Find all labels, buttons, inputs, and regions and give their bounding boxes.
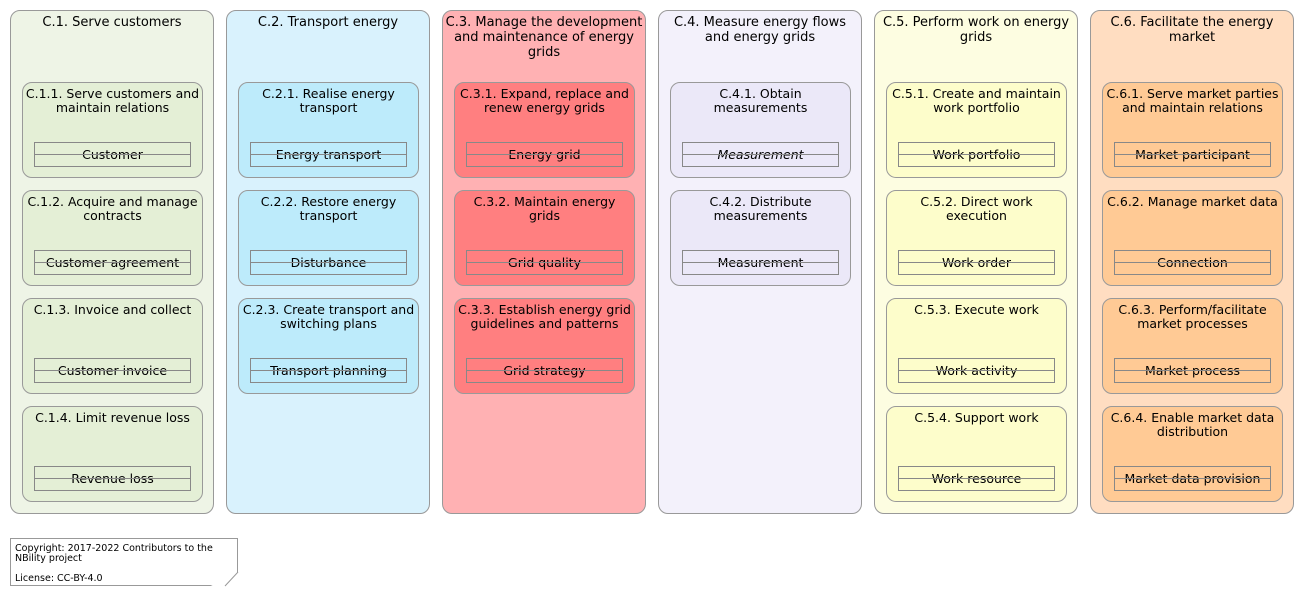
- entity-box: Transport planning: [250, 358, 407, 383]
- entity-box: Grid quality: [466, 250, 623, 275]
- entity-box: Work resource: [898, 466, 1055, 491]
- capability-title: C.1.4. Limit revenue loss: [35, 410, 190, 425]
- capability-box: C.2.2. Restore energy transport Disturban…: [238, 190, 419, 286]
- entity-box: Work order: [898, 250, 1055, 275]
- capability-box: C.5.2. Direct work execution Work order: [886, 190, 1067, 286]
- capability-title: C.3.2. Maintain energy grids: [473, 194, 616, 223]
- group-title: C.1. Serve customers: [42, 15, 182, 30]
- capability-box: C.2.1. Realise energy transport Energy tr…: [238, 82, 419, 178]
- capability-box: C.6.4. Enable market data distribution Ma…: [1102, 406, 1283, 502]
- capability-box: C.4.2. Distribute measurements Measuremen…: [670, 190, 851, 286]
- capability-title: C.4.1. Obtain measurements: [713, 86, 808, 115]
- entity-box: Revenue loss: [34, 466, 191, 491]
- capability-box: C.3.1. Expand, replace and renew energy …: [454, 82, 635, 178]
- group-title: C.6. Facilitate the energy market: [1110, 15, 1274, 45]
- capability-group: C.4. Measure energy flows and energy gri…: [658, 10, 862, 514]
- capability-box: C.6.3. Perform/facilitate market process…: [1102, 298, 1283, 394]
- capability-title: C.6.3. Perform/facilitate market process…: [1118, 302, 1267, 331]
- entity-box: Market data provision: [1114, 466, 1271, 491]
- entity-box: Work activity: [898, 358, 1055, 383]
- entity-box: Measurement: [682, 142, 839, 167]
- capability-box: C.1.2. Acquire and manage contracts Custo…: [22, 190, 203, 286]
- capability-title: C.2.2. Restore energy transport: [260, 194, 397, 223]
- entity-box: Connection: [1114, 250, 1271, 275]
- capability-box: C.5.4. Support work Work resource: [886, 406, 1067, 502]
- capability-title: C.5.3. Execute work: [914, 302, 1039, 317]
- entity-box: Customer invoice: [34, 358, 191, 383]
- capability-box: C.1.4. Limit revenue loss Revenue loss: [22, 406, 203, 502]
- entity-box: Customer: [34, 142, 191, 167]
- capability-box: C.6.2. Manage market data Connection: [1102, 190, 1283, 286]
- capability-group: C.1. Serve customers C.1.1. Serve custome…: [10, 10, 214, 514]
- capability-box: C.5.3. Execute work Work activity: [886, 298, 1067, 394]
- capability-box: C.2.3. Create transport and switching pl…: [238, 298, 419, 394]
- entity-box: Energy grid: [466, 142, 623, 167]
- capability-group: C.5. Perform work on energy grids C.5.1. …: [874, 10, 1078, 514]
- group-title: C.5. Perform work on energy grids: [882, 15, 1070, 45]
- capability-title: C.3.3. Establish energy grid guidelines …: [458, 302, 631, 331]
- capability-box: C.6.1. Serve market parties and maintain…: [1102, 82, 1283, 178]
- capability-title: C.6.4. Enable market data distribution: [1110, 410, 1275, 439]
- entity-box: Customer agreement: [34, 250, 191, 275]
- capability-title: C.1.2. Acquire and manage contracts: [27, 194, 198, 223]
- capability-box: C.5.1. Create and maintain work portfoli…: [886, 82, 1067, 178]
- entity-box: Energy transport: [250, 142, 407, 167]
- capability-title: C.4.2. Distribute measurements: [709, 194, 812, 223]
- capability-title: C.1.1. Serve customers and maintain rela…: [25, 86, 200, 115]
- copyright-note: Copyright: 2017-2022 Contributors to the…: [10, 538, 238, 586]
- capability-title: C.3.1. Expand, replace and renew energy …: [460, 86, 629, 115]
- group-title: C.4. Measure energy flows and energy gri…: [673, 15, 847, 45]
- group-title: C.2. Transport energy: [257, 15, 399, 30]
- note-fold-corner: [224, 572, 239, 587]
- capability-box: C.1.1. Serve customers and maintain rela…: [22, 82, 203, 178]
- capability-title: C.2.1. Realise energy transport: [262, 86, 395, 115]
- capability-box: C.1.3. Invoice and collect Customer invoi…: [22, 298, 203, 394]
- capability-title: C.6.2. Manage market data: [1107, 194, 1278, 209]
- capability-box: C.3.3. Establish energy grid guidelines …: [454, 298, 635, 394]
- capability-title: C.5.1. Create and maintain work portfoli…: [892, 86, 1061, 115]
- license-text: License: CC-BY-4.0: [15, 573, 103, 584]
- capability-group: C.6. Facilitate the energy market C.6.1. …: [1090, 10, 1294, 514]
- entity-box: Work portfolio: [898, 142, 1055, 167]
- capability-box: C.3.2. Maintain energy grids Grid quality: [454, 190, 635, 286]
- entity-box: Grid strategy: [466, 358, 623, 383]
- entity-box: Disturbance: [250, 250, 407, 275]
- entity-box: Measurement: [682, 250, 839, 275]
- group-title: C.3. Manage the development and maintena…: [445, 15, 643, 60]
- capability-title: C.1.3. Invoice and collect: [33, 302, 192, 317]
- capability-title: C.2.3. Create transport and switching pl…: [242, 302, 415, 331]
- capability-group: C.2. Transport energy C.2.1. Realise ener…: [226, 10, 430, 514]
- entity-box: Market participant: [1114, 142, 1271, 167]
- capability-box: C.4.1. Obtain measurements Measurement: [670, 82, 851, 178]
- capability-group: C.3. Manage the development and maintena…: [442, 10, 646, 514]
- capability-title: C.6.1. Serve market parties and maintain…: [1106, 86, 1279, 115]
- entity-box: Market process: [1114, 358, 1271, 383]
- capability-title: C.5.2. Direct work execution: [920, 194, 1033, 223]
- copyright-text: Copyright: 2017-2022 Contributors to the…: [15, 543, 213, 564]
- capability-title: C.5.4. Support work: [914, 410, 1039, 425]
